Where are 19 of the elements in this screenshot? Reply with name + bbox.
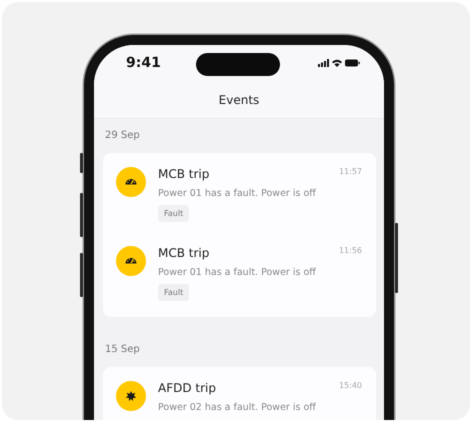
event-title: AFDD trip (158, 381, 216, 395)
date-heading: 15 Sep (104, 343, 141, 357)
status-time: 9:41 (126, 55, 162, 71)
event-title: MCB trip (158, 167, 210, 181)
gauge-icon (116, 167, 146, 197)
burst-icon (116, 381, 146, 411)
event-title: MCB trip (158, 246, 210, 260)
status-icons (318, 58, 360, 68)
screen-title: Events (218, 93, 260, 107)
event-message: Power 01 has a fault. Power is off (158, 188, 317, 199)
event-tag: Fault (158, 284, 190, 301)
gauge-icon (116, 246, 146, 276)
event-time: 11:56 (338, 246, 362, 255)
event-tag: Fault (158, 205, 190, 222)
event-time: 15:40 (338, 381, 362, 390)
date-heading: 29 Sep (104, 129, 141, 143)
event-time: 11:57 (338, 167, 362, 176)
event-message: Power 01 has a fault. Power is off (158, 267, 317, 278)
event-message: Power 02 has a fault. Power is off (158, 402, 317, 413)
